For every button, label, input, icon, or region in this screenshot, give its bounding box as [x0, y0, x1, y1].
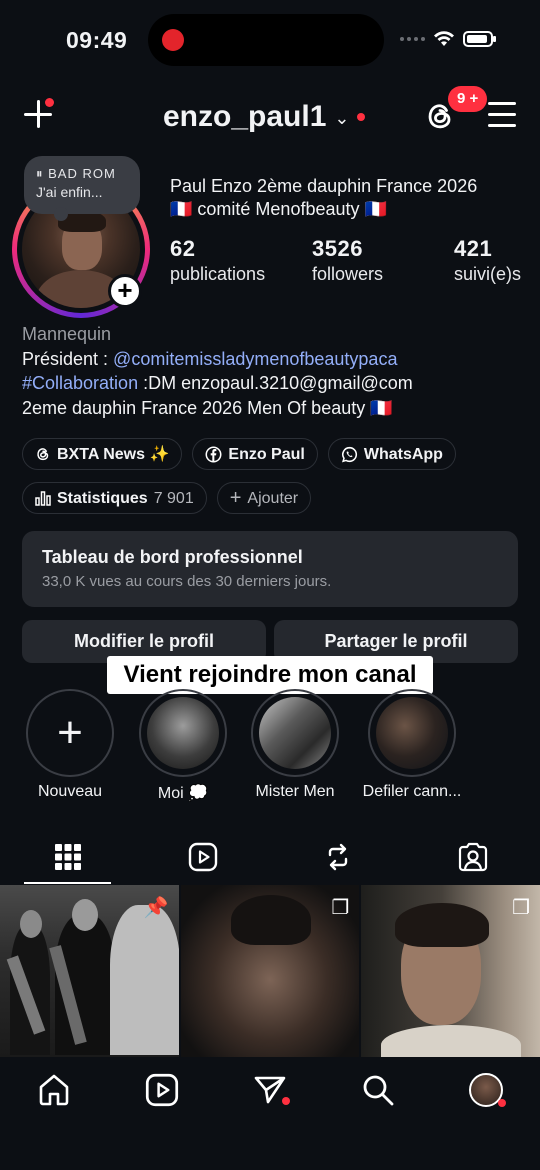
highlight-defiler[interactable]: Defiler cann...	[362, 689, 462, 801]
reels-icon	[145, 1073, 179, 1107]
bio-text: 2eme dauphin France 2026 Men Of beauty 🇫…	[22, 397, 393, 418]
bio-text: Président :	[22, 348, 114, 369]
post-thumbnail[interactable]: 📌	[0, 885, 179, 1057]
search-icon	[363, 1075, 394, 1106]
facebook-icon	[205, 446, 222, 462]
status-icons	[400, 30, 496, 47]
unread-dot	[282, 1097, 290, 1105]
stat-label: suivi(e)s	[454, 264, 522, 284]
tab-grid[interactable]	[0, 830, 135, 884]
statistics-value: 7 901	[153, 489, 194, 507]
add-story-plus-icon[interactable]: +	[108, 274, 142, 308]
dashboard-subtitle: 33,0 K vues au cours des 30 derniers jou…	[42, 573, 332, 590]
link-whatsapp[interactable]: WhatsApp	[327, 438, 456, 470]
profile-stats: 62 publications 3526 followers 421 suivi…	[170, 236, 521, 285]
unread-dot	[498, 1099, 506, 1107]
stat-number: 3526	[312, 236, 363, 261]
cellular-signal-icon	[400, 36, 425, 41]
link-label: Enzo Paul	[228, 445, 305, 463]
tab-reposts[interactable]	[270, 830, 405, 884]
dashboard-title: Tableau de bord professionnel	[42, 547, 303, 567]
link-facebook[interactable]: Enzo Paul	[192, 438, 318, 470]
profile-note-bubble[interactable]: ⏸ BAD ROM J'ai enfin...	[24, 156, 140, 221]
profile-full-name: Paul Enzo 2ème dauphin France 2026 🇫🇷 co…	[170, 175, 530, 221]
profile-bio: Mannequin Président : @comitemissladymen…	[22, 322, 532, 420]
pause-icon: ⏸	[36, 166, 49, 181]
notification-badge: 9 +	[448, 86, 488, 112]
nav-profile[interactable]	[432, 1073, 540, 1170]
link-label: BXTA News ✨	[57, 445, 170, 463]
nav-messages[interactable]	[216, 1073, 324, 1170]
plus-icon: +	[229, 487, 242, 509]
home-icon	[39, 1074, 69, 1106]
profile-tabs	[0, 830, 540, 884]
plus-icon: +	[26, 689, 114, 777]
reels-icon	[188, 842, 217, 872]
bio-category: Mannequin	[22, 324, 112, 344]
statistics-label: Statistiques	[57, 489, 148, 507]
add-label: Ajouter	[247, 489, 299, 507]
grid-icon	[54, 844, 81, 870]
highlight-label: Nouveau	[37, 783, 103, 800]
create-post-button[interactable]	[22, 98, 56, 132]
highlight-label: Mister Men	[255, 783, 335, 800]
tab-tagged[interactable]	[405, 830, 540, 884]
stat-following[interactable]: 421 suivi(e)s	[454, 236, 521, 285]
bio-text: :DM enzopaul.3210@gmail@com	[138, 373, 413, 393]
stat-followers[interactable]: 3526 followers	[312, 236, 454, 285]
recording-indicator-icon	[162, 29, 184, 51]
bio-mention-link[interactable]: @comitemissladymenofbeautypaca	[113, 349, 397, 369]
bottom-navigation	[0, 1057, 540, 1170]
whatsapp-icon	[341, 446, 357, 462]
highlight-moi[interactable]: Moi 💭	[138, 689, 228, 803]
profile-tools: Statistiques 7 901 + Ajouter	[22, 482, 312, 514]
bio-hashtag-link[interactable]: #Collaboration	[22, 373, 138, 393]
nav-reels[interactable]	[108, 1073, 216, 1170]
professional-dashboard[interactable]: Tableau de bord professionnel 33,0 K vue…	[22, 531, 518, 607]
battery-icon	[463, 30, 496, 47]
link-label: WhatsApp	[363, 445, 443, 463]
dynamic-island	[148, 14, 384, 66]
name-line-1: Paul Enzo 2ème dauphin France 2026	[170, 176, 478, 196]
chevron-down-icon: ⌄	[334, 107, 350, 128]
stat-number: 62	[170, 236, 196, 261]
account-switcher[interactable]: enzo_paul1 ⌄	[163, 100, 366, 134]
pin-icon: 📌	[143, 897, 169, 919]
highlight-mister-men[interactable]: Mister Men	[250, 689, 340, 801]
stat-number: 421	[454, 236, 493, 261]
note-music-title: BAD ROM	[48, 166, 116, 181]
account-notification-dot	[357, 113, 366, 121]
repost-icon	[328, 843, 347, 871]
new-indicator-dot	[45, 98, 54, 107]
highlight-label: Defiler cann...	[362, 783, 462, 800]
name-line-2: 🇫🇷 comité Menofbeauty 🇫🇷	[170, 199, 387, 219]
note-text: J'ai enfin...	[36, 184, 103, 200]
stat-label: followers	[312, 264, 384, 284]
stat-publications[interactable]: 62 publications	[170, 236, 312, 285]
wifi-icon	[434, 31, 454, 46]
bar-chart-icon	[35, 491, 51, 506]
status-time: 09:49	[66, 27, 128, 53]
carousel-icon: ❐	[331, 897, 350, 919]
post-thumbnail[interactable]: ❐	[361, 885, 540, 1057]
nav-search[interactable]	[324, 1073, 432, 1170]
menu-button[interactable]	[488, 102, 516, 128]
tagged-user-icon	[458, 842, 487, 872]
post-thumbnail[interactable]: ❐	[180, 885, 360, 1057]
nav-home[interactable]	[0, 1073, 108, 1170]
posts-grid: 📌 ❐ ❐	[0, 885, 540, 1057]
statistics-pill[interactable]: Statistiques 7 901	[22, 482, 207, 514]
username: enzo_paul1	[163, 100, 327, 133]
add-link-pill[interactable]: + Ajouter	[216, 482, 312, 514]
highlight-new[interactable]: + Nouveau	[25, 689, 115, 801]
threads-icon	[37, 448, 49, 461]
profile-links: BXTA News ✨ Enzo Paul WhatsApp	[22, 438, 456, 470]
highlight-label: Moi 💭	[157, 785, 209, 802]
link-bxta-news[interactable]: BXTA News ✨	[22, 438, 183, 470]
stat-label: publications	[170, 264, 266, 284]
tab-reels[interactable]	[135, 830, 270, 884]
carousel-icon: ❐	[512, 897, 531, 919]
